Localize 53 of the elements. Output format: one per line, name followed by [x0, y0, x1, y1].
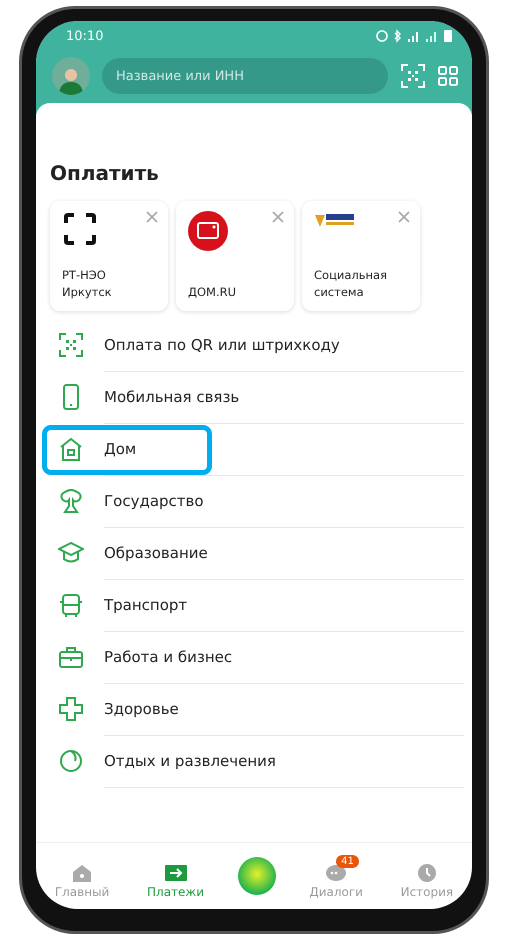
circle-icon — [58, 748, 84, 774]
category-item[interactable]: Работа и бизнес — [50, 631, 472, 683]
section-title: Оплатить — [50, 161, 160, 185]
tab[interactable]: 41 Диалоги — [305, 851, 367, 901]
battery-icon — [444, 30, 452, 42]
briefcase-icon — [58, 644, 84, 670]
category-item[interactable]: Отдых и развлечения — [50, 735, 472, 787]
category-item[interactable]: Транспорт — [50, 579, 472, 631]
qr-code-icon — [58, 332, 84, 358]
circle-logo-icon — [188, 211, 228, 251]
close-icon[interactable] — [272, 211, 284, 223]
category-label: Мобильная связь — [104, 370, 464, 424]
category-label: Здоровье — [104, 682, 464, 736]
house-icon — [58, 436, 84, 462]
search-field[interactable]: Название или ИНН — [102, 58, 388, 94]
card-label: РТ-НЭО Иркутск — [62, 266, 113, 301]
category-item[interactable]: Оплата по QR или штрихкоду — [50, 319, 472, 371]
close-icon[interactable] — [398, 211, 410, 223]
category-label: Транспорт — [104, 578, 464, 632]
favorite-card[interactable]: ДОМ.RU — [176, 201, 294, 311]
bluetooth-icon — [394, 29, 402, 43]
grid-icon[interactable] — [438, 66, 458, 86]
category-label: Оплата по QR или штрихкоду — [104, 318, 464, 372]
category-item[interactable]: Здоровье — [50, 683, 472, 735]
chat-icon — [324, 863, 348, 883]
category-item[interactable]: Образование — [50, 527, 472, 579]
avatar-icon[interactable] — [52, 57, 90, 95]
category-item[interactable]: Мобильная связь — [50, 371, 472, 423]
favorite-card[interactable]: РТ-НЭО Иркутск — [50, 201, 168, 311]
signal-icon — [408, 30, 420, 42]
favorite-card[interactable]: Социальная система — [302, 201, 420, 311]
tree-icon — [58, 488, 84, 514]
scan-icon[interactable] — [400, 63, 426, 89]
tab[interactable]: Платежи — [143, 851, 208, 901]
category-label: Государство — [104, 474, 464, 528]
category-label: Образование — [104, 526, 464, 580]
category-item[interactable]: Государство — [50, 475, 472, 527]
cross-icon — [58, 696, 84, 722]
category-label: Работа и бизнес — [104, 630, 464, 684]
card-label: Социальная система — [314, 266, 388, 301]
signal-icon — [426, 30, 438, 42]
brackets-logo-icon — [62, 211, 98, 247]
status-time: 10:10 — [66, 28, 104, 44]
card-label: ДОМ.RU — [188, 284, 238, 301]
category-label: Отдых и развлечения — [104, 734, 464, 788]
unread-badge: 41 — [336, 855, 359, 868]
assistant-button[interactable] — [238, 857, 276, 895]
close-icon[interactable] — [146, 211, 158, 223]
category-item[interactable]: Дом — [50, 423, 472, 475]
emblem-logo-icon — [314, 211, 356, 229]
bus-icon — [58, 592, 84, 618]
alarm-icon — [376, 30, 388, 42]
category-label: Дом — [104, 422, 464, 476]
